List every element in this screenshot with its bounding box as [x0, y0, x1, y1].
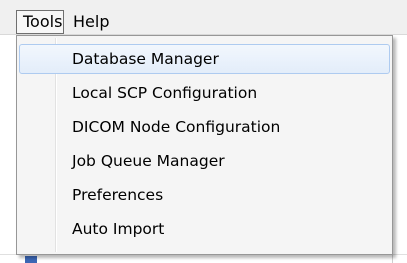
menu-item-dicom-node-configuration[interactable]: DICOM Node Configuration: [19, 112, 390, 142]
app-window: Tools Help Database Manager Local SCP Co…: [0, 0, 407, 263]
tools-dropdown-menu: Database Manager Local SCP Configuration…: [16, 35, 393, 255]
menu-help[interactable]: Help: [66, 10, 118, 34]
menu-item-preferences[interactable]: Preferences: [19, 180, 390, 210]
menu-bar: Tools Help: [0, 0, 407, 35]
menu-item-auto-import[interactable]: Auto Import: [19, 214, 390, 244]
background-icon-fragment: [25, 256, 37, 263]
menu-item-database-manager[interactable]: Database Manager: [19, 44, 390, 74]
menu-item-local-scp-configuration[interactable]: Local SCP Configuration: [19, 78, 390, 108]
menu-tools[interactable]: Tools: [16, 10, 64, 34]
menu-item-job-queue-manager[interactable]: Job Queue Manager: [19, 146, 390, 176]
